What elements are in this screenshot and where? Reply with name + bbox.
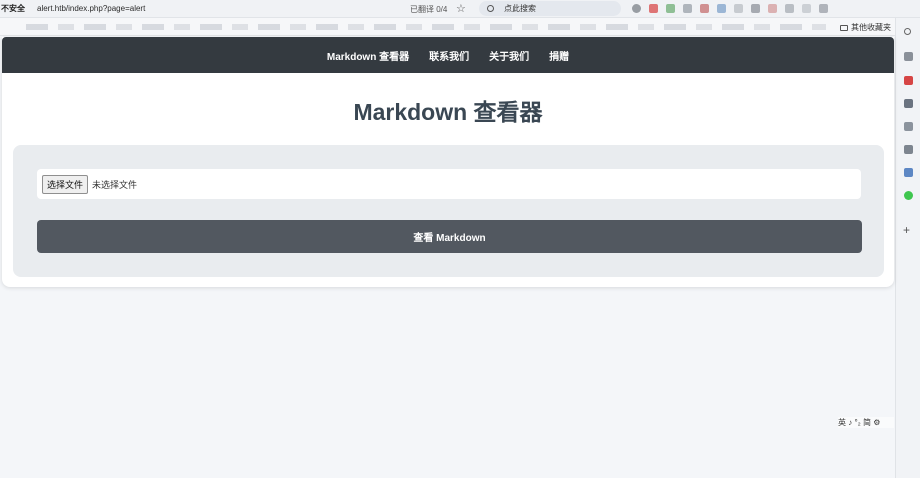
extension-icon[interactable] xyxy=(717,4,726,13)
ime-toolbar[interactable]: 英 ♪ °₂ 简 ⚙ xyxy=(838,417,894,428)
green-status-icon[interactable] xyxy=(904,191,913,200)
page-container: Markdown 查看器 联系我们 关于我们 捐赠 Markdown 查看器 选… xyxy=(2,37,894,287)
games-icon[interactable] xyxy=(904,122,913,131)
toolbox-icon[interactable] xyxy=(904,76,913,85)
add-icon[interactable]: + xyxy=(903,223,910,237)
people-icon[interactable] xyxy=(904,99,913,108)
file-status: 未选择文件 xyxy=(92,179,138,190)
security-indicator[interactable]: 不安全 xyxy=(1,3,25,14)
nav-markdown-viewer[interactable]: Markdown 查看器 xyxy=(327,48,409,63)
extension-icon[interactable] xyxy=(734,4,743,13)
search-placeholder: 点此搜索 xyxy=(504,4,536,13)
extension-icon[interactable] xyxy=(683,4,692,13)
folder-icon xyxy=(840,24,848,31)
extension-icon[interactable] xyxy=(819,4,828,13)
choose-file-button[interactable]: 选择文件 xyxy=(42,174,89,194)
search-input[interactable]: 点此搜索 xyxy=(479,1,621,16)
search-icon[interactable] xyxy=(904,28,911,35)
send-icon[interactable] xyxy=(904,168,913,177)
nav-contact-us[interactable]: 联系我们 xyxy=(429,48,469,63)
other-bookmarks-label: 其他收藏夹 xyxy=(851,23,891,32)
extension-icon[interactable] xyxy=(700,4,709,13)
bookmarks-bar: 其他收藏夹 xyxy=(0,18,895,36)
star-icon[interactable]: ☆ xyxy=(456,2,466,15)
search-icon xyxy=(487,5,494,12)
upload-form: 选择文件 未选择文件 查看 Markdown xyxy=(13,145,884,277)
nav-about-us[interactable]: 关于我们 xyxy=(489,48,529,63)
extension-icon[interactable] xyxy=(785,4,794,13)
nav-donate[interactable]: 捐赠 xyxy=(549,48,569,63)
office-icon[interactable] xyxy=(904,145,913,154)
extension-icon[interactable] xyxy=(768,4,777,13)
ime-label: 英 ♪ °₂ 简 ⚙ xyxy=(838,418,881,427)
navbar: Markdown 查看器 联系我们 关于我们 捐赠 xyxy=(2,37,894,73)
extension-icons xyxy=(632,4,828,13)
extension-icon[interactable] xyxy=(802,4,811,13)
translate-indicator[interactable]: 已翻译 0/4 xyxy=(410,4,447,15)
tag-icon[interactable] xyxy=(904,52,913,61)
extension-icon[interactable] xyxy=(666,4,675,13)
extension-icon[interactable] xyxy=(649,4,658,13)
bookmark-items-blurred xyxy=(26,24,826,30)
file-input[interactable]: 选择文件 未选择文件 xyxy=(37,169,861,199)
page-title: Markdown 查看器 xyxy=(353,99,543,125)
browser-side-panel: + xyxy=(895,18,920,478)
extension-icon[interactable] xyxy=(751,4,760,13)
address-bar[interactable]: alert.htb/index.php?page=alert xyxy=(37,4,145,13)
extension-icon[interactable] xyxy=(632,4,641,13)
view-markdown-button[interactable]: 查看 Markdown xyxy=(37,220,862,253)
other-bookmarks[interactable]: 其他收藏夹 xyxy=(840,22,891,33)
